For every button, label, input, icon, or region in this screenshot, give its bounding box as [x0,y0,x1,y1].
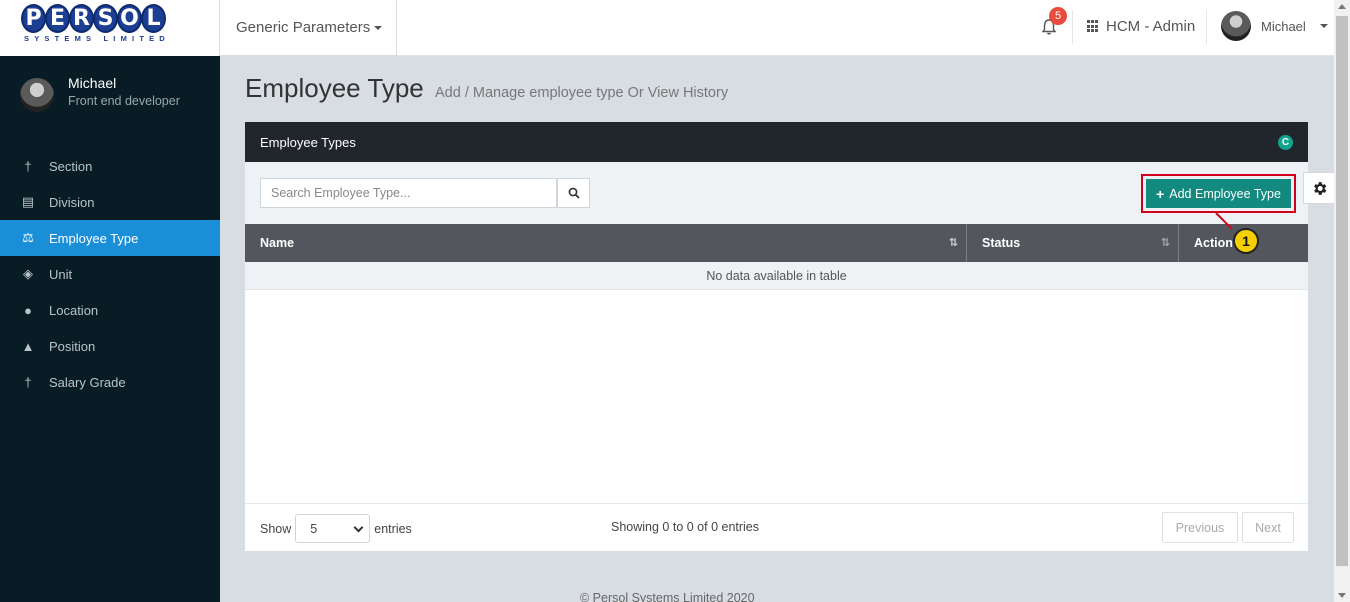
generic-parameters-label: Generic Parameters [236,19,371,36]
profile-name: Michael [68,75,117,91]
column-header-name[interactable]: Name ⇅ [245,224,967,262]
building-icon: ▤ [21,194,35,209]
app-label: HCM - Admin [1106,18,1196,35]
sidebar: Michael Front end developer † Section ▤ Div… [0,56,220,602]
pin-icon: † [24,374,32,390]
column-status-label: Status [982,236,1021,250]
top-header: PERSOL SYSTEMS LIMITED Generic Parameter… [0,0,1334,56]
page-size-value: 5 [310,521,318,536]
sidebar-item-division[interactable]: ▤ Division [0,184,220,220]
sidebar-item-section[interactable]: † Section [0,148,220,184]
app-switcher[interactable]: HCM - Admin [1087,18,1195,35]
sidebar-item-label: Location [49,302,99,318]
sidebar-item-unit[interactable]: ◈ Unit [0,256,220,292]
sidebar-item-label: Salary Grade [49,374,126,390]
previous-button[interactable]: Previous [1162,512,1238,543]
user-name: Michael [1261,18,1306,34]
column-action-label: Action [1194,236,1233,250]
page-size-select[interactable]: 5 [295,514,371,543]
add-button-highlight: + Add Employee Type [1141,174,1296,213]
refresh-icon[interactable]: C [1278,135,1293,150]
sidebar-item-label: Section [49,158,93,174]
sidebar-item-label: Position [49,338,96,354]
table-info: Showing 0 to 0 of 0 entries [611,520,760,534]
show-label: Show [260,521,292,536]
logo-letter: O [117,4,142,33]
generic-parameters-menu[interactable]: Generic Parameters [219,0,397,56]
sidebar-item-label: Employee Type [49,230,139,246]
empty-message: No data available in table [706,268,847,283]
scale-icon: ⚖ [22,230,34,245]
sidebar-item-location[interactable]: ● Location [0,292,220,328]
add-employee-type-button[interactable]: + Add Employee Type [1146,179,1291,208]
map-pin-icon: ● [24,302,32,318]
scroll-down-icon[interactable] [1338,593,1346,598]
panel-title: Employee Types [260,134,356,150]
logo-subtitle: SYSTEMS LIMITED [24,34,170,43]
page-scrollbar[interactable] [1334,0,1350,602]
add-employee-type-label: Add Employee Type [1169,186,1281,201]
sidebar-item-position[interactable]: ▲ Position [0,328,220,364]
sidebar-item-label: Unit [49,266,73,282]
table-header: Name ⇅ Status ⇅ Action [245,224,1308,262]
page-title: Employee Type Add / Manage employee type… [245,73,728,104]
logo-letter: E [45,4,70,33]
sidebar-item-salary-grade[interactable]: † Salary Grade [0,364,220,400]
next-button[interactable]: Next [1242,512,1294,543]
pin-icon: † [24,158,32,174]
plus-icon: + [1156,185,1165,202]
tag-icon: ◈ [23,266,33,281]
sort-icon: ⇅ [1160,237,1170,249]
avatar [1221,11,1251,41]
logo-letter: S [93,4,118,33]
panel-header: Employee Types C [245,122,1308,162]
scroll-thumb[interactable] [1336,16,1348,566]
logo-letter: P [21,4,46,33]
page-subtitle: Add / Manage employee type Or View Histo… [434,85,729,101]
chevron-down-icon [353,522,364,533]
header-divider [1072,10,1073,44]
logo-letter: L [141,4,166,33]
employee-types-panel: Employee Types C Name ⇅ Status ⇅ Action … [245,122,1308,551]
sidebar-profile: Michael Front end developer [20,75,180,112]
table-empty-row: No data available in table [245,262,1308,290]
copyright-text: © Persol Systems Limited 2020 [580,591,755,602]
sidebar-nav: † Section ▤ Division ⚖ Employee Type ◈ Unit ● Loc… [0,148,220,400]
search-button[interactable] [557,178,590,208]
entries-label: entries [374,521,412,536]
callout-marker: 1 [1233,228,1259,254]
scroll-up-icon[interactable] [1338,4,1346,9]
logo-wordmark: PERSOL [21,4,166,33]
graduation-cap-icon: ▲ [21,338,35,354]
caret-down-icon [374,25,383,30]
pagination: Previous Next [1162,512,1294,543]
column-name-label: Name [260,236,295,250]
apps-grid-icon [1087,20,1100,33]
persol-logo[interactable]: PERSOL SYSTEMS LIMITED [0,0,220,56]
sidebar-item-label: Division [49,194,95,210]
avatar [20,78,54,112]
page-title-text: Employee Type [245,73,424,103]
header-divider [1206,10,1207,44]
table-footer: Show 5 entries Showing 0 to 0 of 0 entri… [245,503,1308,551]
profile-role: Front end developer [68,94,180,108]
search-input[interactable] [260,178,557,208]
sort-asc-icon: ⇅ [948,237,958,249]
gear-icon [1313,181,1326,195]
search-icon [568,187,580,199]
user-menu[interactable]: Michael [1221,11,1328,41]
caret-down-icon [1319,24,1328,28]
settings-toggle[interactable] [1303,172,1334,204]
notification-badge: 5 [1049,7,1067,25]
sidebar-item-employee-type[interactable]: ⚖ Employee Type [0,220,220,256]
column-header-status[interactable]: Status ⇅ [967,224,1179,262]
page-size-control: Show 5 entries [260,514,412,543]
logo-letter: R [69,4,94,33]
